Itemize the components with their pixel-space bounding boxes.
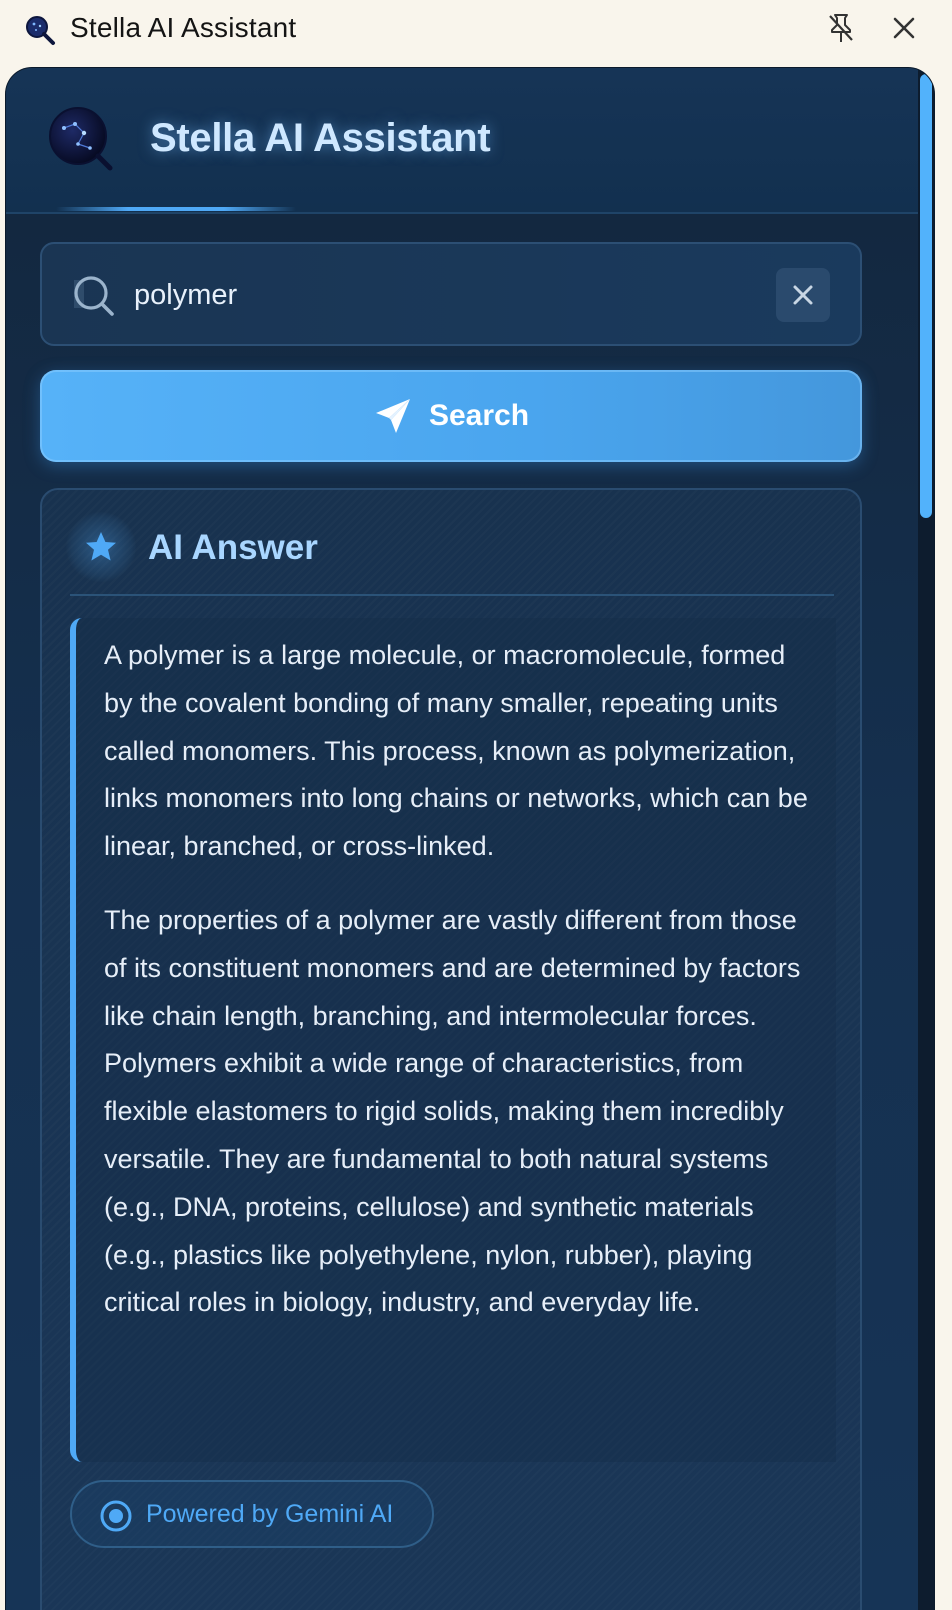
powered-by-badge: Powered by Gemini AI	[70, 1480, 434, 1548]
answer-paragraph: The properties of a polymer are vastly d…	[104, 904, 801, 1318]
answer-paragraph: A polymer is a large molecule, or macrom…	[104, 640, 808, 862]
target-icon	[100, 1500, 132, 1532]
search-button[interactable]: Search	[40, 370, 862, 462]
constellation-logo-icon	[49, 107, 113, 171]
unpin-icon[interactable]	[826, 12, 856, 44]
answer-heading: AI Answer	[148, 528, 318, 567]
send-icon	[375, 399, 410, 433]
app-window: Stella AI Assistant Search	[6, 68, 934, 1610]
brand-title: Stella AI Assistant	[150, 116, 491, 160]
window-titlebar: Stella AI Assistant	[0, 0, 952, 56]
search-icon	[74, 276, 114, 316]
app-magnifier-icon	[26, 16, 55, 45]
star-icon	[86, 532, 116, 561]
answer-divider	[70, 594, 834, 596]
clear-search-button[interactable]	[776, 268, 830, 322]
answer-body: A polymer is a large molecule, or macrom…	[70, 618, 836, 1462]
search-button-label: Search	[428, 399, 530, 432]
answer-star-badge	[66, 512, 136, 582]
app-header: Stella AI Assistant	[6, 68, 918, 214]
scrollbar-thumb[interactable]	[920, 74, 932, 518]
search-input[interactable]	[134, 272, 754, 318]
ai-answer-card: AI Answer A polymer is a large molecule,…	[40, 488, 862, 1610]
window-title: Stella AI Assistant	[70, 12, 297, 43]
header-accent-line	[56, 207, 296, 211]
window-close-icon[interactable]	[890, 14, 918, 42]
search-box	[40, 242, 862, 346]
clear-icon	[793, 285, 813, 305]
powered-by-label: Powered by Gemini AI	[146, 1500, 394, 1528]
